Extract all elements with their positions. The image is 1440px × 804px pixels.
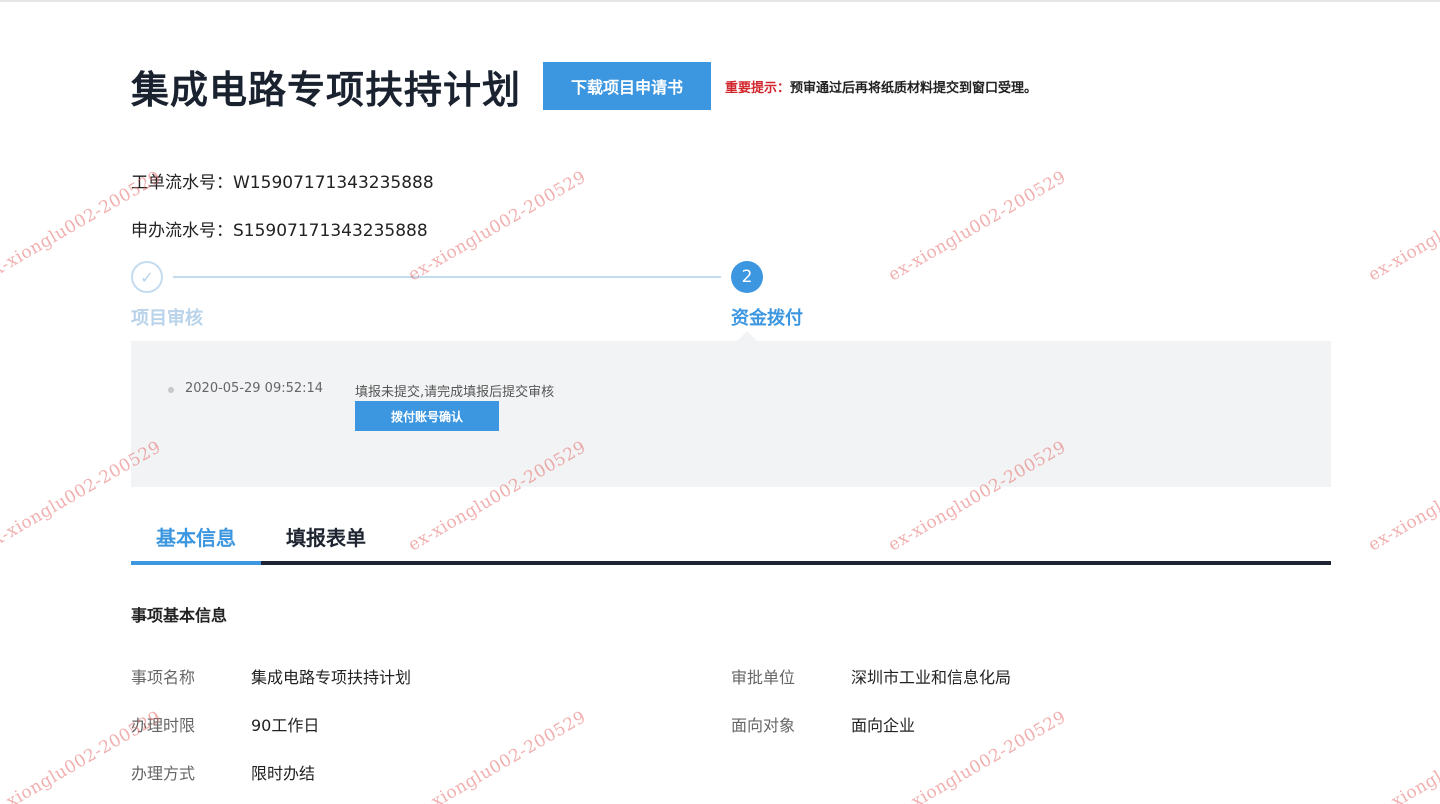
top-divider: [0, 0, 1440, 2]
watermark: ex-xionglu002-200529: [1365, 707, 1440, 804]
field-label-time-limit: 办理时限: [131, 716, 196, 735]
field-label-method: 办理方式: [131, 764, 196, 783]
tab-basic-info[interactable]: 基本信息: [131, 522, 261, 565]
field-value-target: 面向企业: [851, 716, 916, 735]
field-value-approval-unit: 深圳市工业和信息化局: [851, 668, 1012, 687]
title-row: 集成电路专项扶持计划 下载项目申请书 重要提示：预审通过后再将纸质材料提交到窗口…: [131, 58, 1037, 114]
field-label-approval-unit: 审批单位: [731, 668, 796, 687]
step-connector: [173, 276, 721, 278]
timeline-message: 填报未提交,请完成填报后提交审核: [355, 385, 555, 400]
work-order-serial: 工单流水号：W15907171343235888: [131, 173, 434, 193]
field-label-item-name: 事项名称: [131, 668, 196, 687]
download-application-button[interactable]: 下载项目申请书: [543, 62, 712, 110]
check-icon: ✓: [131, 261, 163, 293]
field-value-method: 限时办结: [251, 764, 316, 783]
page-title: 集成电路专项扶持计划: [131, 67, 522, 112]
section-title: 事项基本信息: [131, 606, 228, 625]
timeline-panel: 2020-05-29 09:52:14 填报未提交,请完成填报后提交审核 拨付账…: [131, 331, 1331, 487]
progress-steps: ✓ 2 项目审核 资金拨付: [131, 260, 1331, 330]
notice-label: 重要提示：: [725, 80, 791, 96]
step-number-badge: 2: [731, 261, 763, 293]
tab-bar: 基本信息 填报表单: [131, 516, 1331, 565]
step-label-review[interactable]: 项目审核: [131, 304, 203, 330]
tab-fill-form[interactable]: 填报表单: [261, 522, 391, 561]
watermark: ex-xionglu002-200529: [1365, 167, 1440, 286]
confirm-payment-account-button[interactable]: 拨付账号确认: [355, 401, 499, 431]
step-label-funding[interactable]: 资金拨付: [731, 304, 803, 330]
notice-text: 预审通过后再将纸质材料提交到窗口受理。: [790, 80, 1038, 96]
important-notice: 重要提示：预审通过后再将纸质材料提交到窗口受理。: [725, 77, 1037, 96]
watermark: ex-xionglu002-200529: [405, 707, 590, 804]
timeline-time: 2020-05-29 09:52:14: [185, 381, 324, 396]
watermark: ex-xionglu002-200529: [1365, 437, 1440, 556]
field-value-item-name: 集成电路专项扶持计划: [251, 668, 412, 687]
panel-pointer: [737, 331, 757, 341]
field-value-time-limit: 90工作日: [251, 716, 320, 735]
apply-serial: 申办流水号：S15907171343235888: [131, 221, 428, 241]
field-label-target: 面向对象: [731, 716, 796, 735]
timeline-dot-icon: [168, 387, 174, 393]
